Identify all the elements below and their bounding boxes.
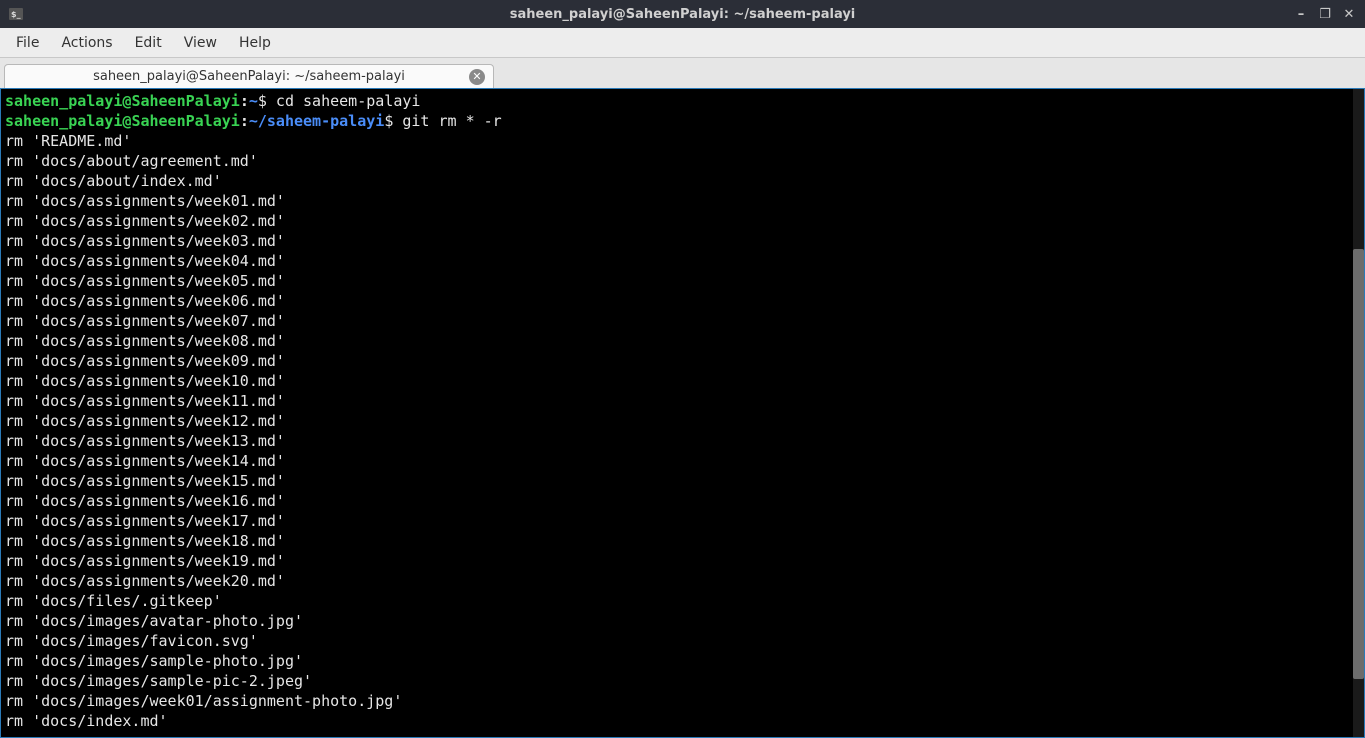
svg-text:$_: $_ bbox=[11, 10, 21, 19]
window-controls: – ❐ ✕ bbox=[1293, 7, 1365, 22]
menu-edit[interactable]: Edit bbox=[125, 31, 172, 55]
scrollbar-track[interactable] bbox=[1353, 89, 1364, 737]
tab-label: saheen_palayi@SaheenPalayi: ~/saheem-pal… bbox=[15, 69, 483, 84]
app-icon: $_ bbox=[4, 8, 28, 20]
window-titlebar: $_ saheen_palayi@SaheenPalayi: ~/saheem-… bbox=[0, 0, 1365, 28]
maximize-button[interactable]: ❐ bbox=[1317, 7, 1333, 22]
minimize-button[interactable]: – bbox=[1293, 7, 1309, 22]
menu-actions[interactable]: Actions bbox=[51, 31, 122, 55]
tabbar: saheen_palayi@SaheenPalayi: ~/saheem-pal… bbox=[0, 58, 1365, 88]
terminal[interactable]: saheen_palayi@SaheenPalayi:~$ cd saheem-… bbox=[1, 89, 1352, 737]
close-icon[interactable]: ✕ bbox=[469, 69, 485, 85]
menu-file[interactable]: File bbox=[6, 31, 49, 55]
menu-view[interactable]: View bbox=[174, 31, 227, 55]
menu-help[interactable]: Help bbox=[229, 31, 281, 55]
scrollbar-thumb[interactable] bbox=[1353, 249, 1364, 679]
window-title: saheen_palayi@SaheenPalayi: ~/saheem-pal… bbox=[510, 7, 856, 22]
tab-terminal[interactable]: saheen_palayi@SaheenPalayi: ~/saheem-pal… bbox=[4, 64, 494, 88]
terminal-viewport: saheen_palayi@SaheenPalayi:~$ cd saheem-… bbox=[0, 88, 1365, 738]
close-button[interactable]: ✕ bbox=[1341, 7, 1357, 22]
menubar: File Actions Edit View Help bbox=[0, 28, 1365, 58]
